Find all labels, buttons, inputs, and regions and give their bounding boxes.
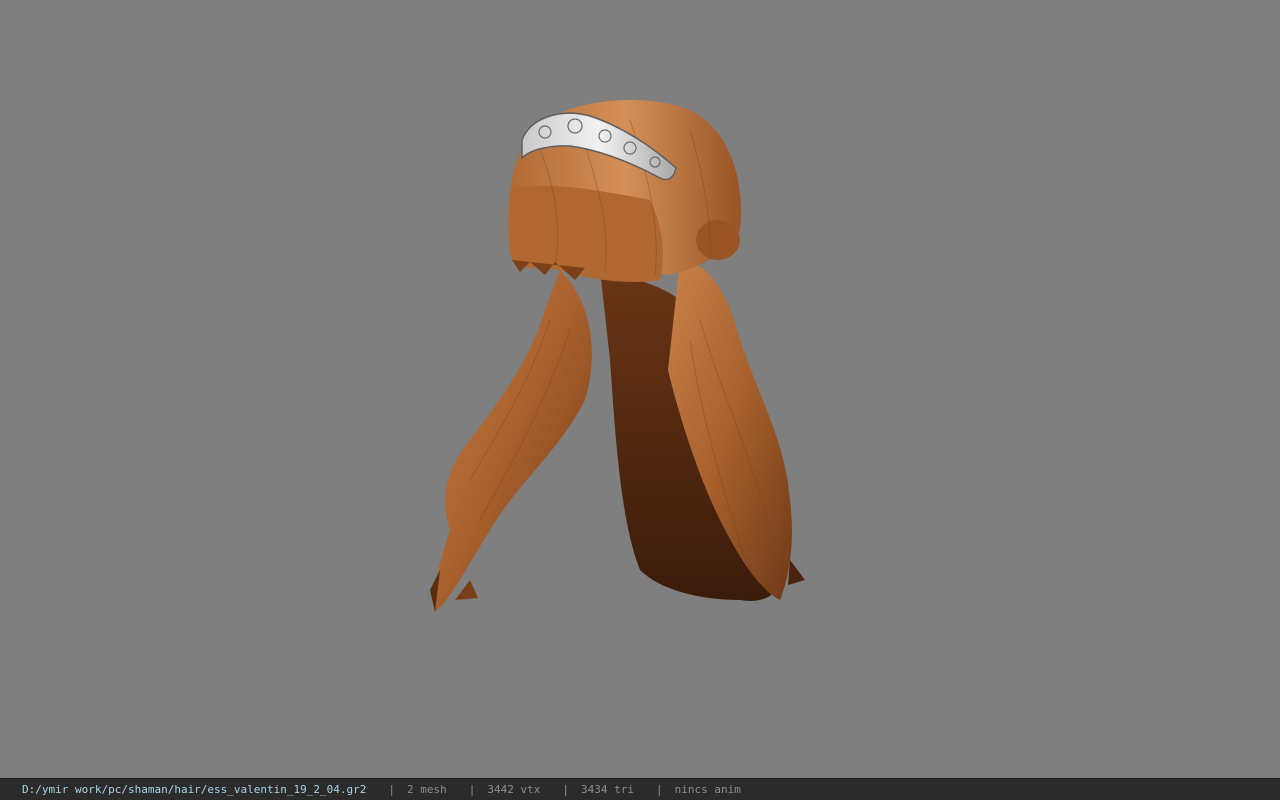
separator: | [655,783,663,796]
mesh-count: 2 mesh [407,783,447,796]
hair-knot [696,220,740,260]
vertex-count: 3442 vtx [487,783,541,796]
separator: | [562,783,569,796]
triangle-count: 3434 tri [580,783,634,796]
separator: | [468,783,476,796]
hair-bangs [510,185,663,282]
separator: | [388,783,395,796]
hair-left-strand [434,270,592,612]
animation-status: nincs anim [674,783,741,796]
3d-viewport[interactable] [0,0,1280,778]
hair-model-icon [430,100,805,612]
file-path: D:/ymir work/pc/shaman/hair/ess_valentin… [22,783,367,796]
status-bar: D:/ymir work/pc/shaman/hair/ess_valentin… [0,778,1280,800]
